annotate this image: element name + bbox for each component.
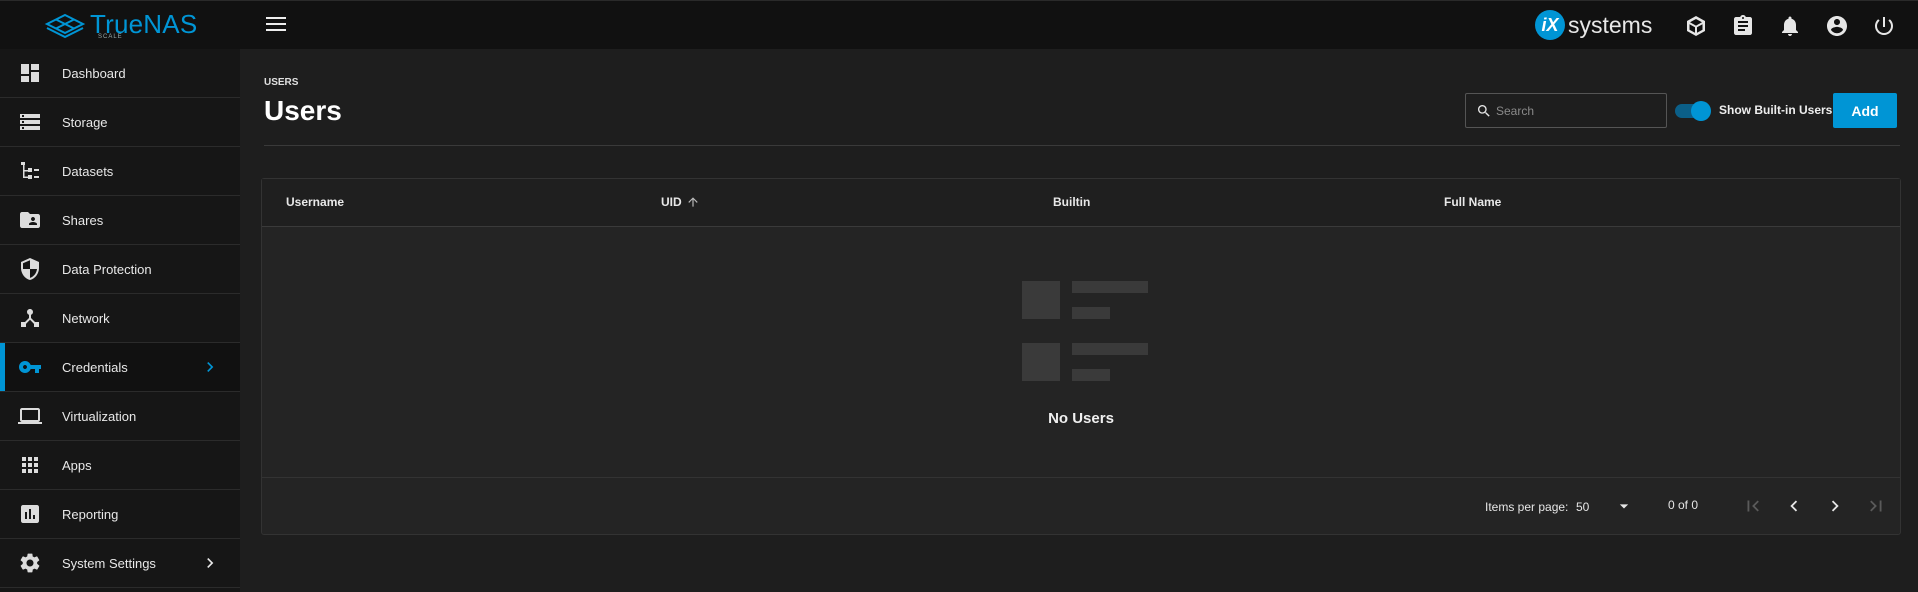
empty-state-message: No Users: [1048, 410, 1114, 427]
sidebar-item-label: Data Protection: [62, 261, 152, 277]
menu-toggle-icon[interactable]: [266, 17, 286, 33]
sidebar-item-label: Virtualization: [62, 408, 137, 424]
search-field[interactable]: [1465, 93, 1667, 128]
sidebar-item-storage[interactable]: Storage: [0, 98, 240, 147]
shares-folder-icon: [18, 208, 42, 232]
sidebar-item-label: Dashboard: [62, 65, 126, 81]
column-header-username[interactable]: Username: [286, 195, 344, 209]
column-header-builtin[interactable]: Builtin: [1053, 195, 1090, 209]
sidebar: Dashboard Storage Datasets Shares Data P…: [0, 49, 240, 592]
bell-icon[interactable]: [1778, 14, 1802, 38]
gear-icon: [18, 551, 42, 575]
shield-icon: [18, 257, 42, 281]
items-per-page-label: Items per page:: [1485, 500, 1569, 514]
sidebar-item-datasets[interactable]: Datasets: [0, 147, 240, 196]
next-page-icon[interactable]: [1821, 492, 1849, 520]
chevron-right-icon: [200, 553, 220, 573]
dashboard-icon: [18, 61, 42, 85]
previous-page-icon[interactable]: [1780, 492, 1808, 520]
sidebar-item-label: Datasets: [62, 163, 114, 179]
key-icon: [18, 355, 42, 379]
users-table: Username UID Builtin Full Name No Users …: [261, 178, 1901, 535]
dropdown-arrow-icon[interactable]: [1614, 496, 1634, 516]
page-title: Users: [264, 95, 342, 126]
column-header-uid[interactable]: UID: [661, 195, 700, 209]
sidebar-item-label: Reporting: [62, 506, 119, 522]
sort-ascending-icon: [688, 197, 698, 207]
datasets-icon: [18, 159, 42, 183]
laptop-icon: [18, 404, 42, 428]
account-circle-icon[interactable]: [1825, 14, 1849, 38]
column-label: Full Name: [1444, 195, 1502, 209]
network-icon: [18, 306, 42, 330]
storage-icon: [18, 110, 42, 134]
sidebar-item-credentials[interactable]: Credentials: [0, 343, 240, 392]
search-input[interactable]: [1496, 102, 1656, 120]
truenas-logo-icon: [44, 13, 86, 39]
header-divider: [264, 145, 1900, 146]
breadcrumb[interactable]: USERS: [264, 77, 298, 88]
sidebar-item-label: Storage: [62, 114, 108, 130]
table-header: Username UID Builtin Full Name: [262, 179, 1900, 227]
column-header-full-name[interactable]: Full Name: [1444, 195, 1501, 209]
sidebar-item-apps[interactable]: Apps: [0, 441, 240, 490]
brand-edition: SCALE: [98, 34, 123, 40]
first-page-icon[interactable]: [1739, 492, 1767, 520]
power-icon[interactable]: [1872, 14, 1896, 38]
sidebar-item-virtualization[interactable]: Virtualization: [0, 392, 240, 441]
sidebar-item-label: Credentials: [62, 359, 128, 375]
column-label: Username: [286, 195, 345, 209]
last-page-icon[interactable]: [1862, 492, 1890, 520]
column-label: UID: [661, 195, 682, 209]
clipboard-icon[interactable]: [1731, 14, 1755, 38]
toggle-thumb: [1691, 101, 1711, 121]
show-builtin-users-label[interactable]: Show Built-in Users: [1719, 103, 1832, 117]
sidebar-item-data-protection[interactable]: Data Protection: [0, 245, 240, 294]
table-paginator: Items per page: 50 0 of 0: [262, 477, 1900, 535]
column-label: Builtin: [1053, 195, 1091, 209]
truenas-logo[interactable]: TrueNAS SCALE: [44, 9, 197, 43]
sidebar-item-dashboard[interactable]: Dashboard: [0, 49, 240, 98]
ixsystems-logo[interactable]: iX systems: [1535, 10, 1652, 40]
chevron-right-icon: [200, 357, 220, 377]
sidebar-item-label: Network: [62, 310, 110, 326]
sidebar-item-network[interactable]: Network: [0, 294, 240, 343]
ix-badge: iX: [1535, 10, 1565, 40]
sidebar-item-label: System Settings: [62, 555, 156, 571]
show-builtin-users-toggle[interactable]: [1675, 101, 1711, 121]
sidebar-item-reporting[interactable]: Reporting: [0, 490, 240, 539]
empty-state-illustration: [1022, 281, 1152, 381]
sidebar-item-label: Shares: [62, 212, 104, 228]
page-range-label: 0 of 0: [1668, 498, 1699, 512]
add-user-button[interactable]: Add: [1833, 93, 1897, 128]
truecommand-icon[interactable]: [1684, 14, 1708, 38]
chart-icon: [18, 502, 42, 526]
search-icon: [1478, 105, 1490, 117]
items-per-page-select[interactable]: 50: [1576, 500, 1589, 514]
sidebar-item-label: Apps: [62, 457, 92, 473]
sidebar-item-shares[interactable]: Shares: [0, 196, 240, 245]
ix-systems-text: systems: [1568, 11, 1653, 38]
sidebar-item-system-settings[interactable]: System Settings: [0, 539, 240, 588]
apps-grid-icon: [18, 453, 42, 477]
top-bar: TrueNAS SCALE iX systems: [0, 0, 1918, 49]
